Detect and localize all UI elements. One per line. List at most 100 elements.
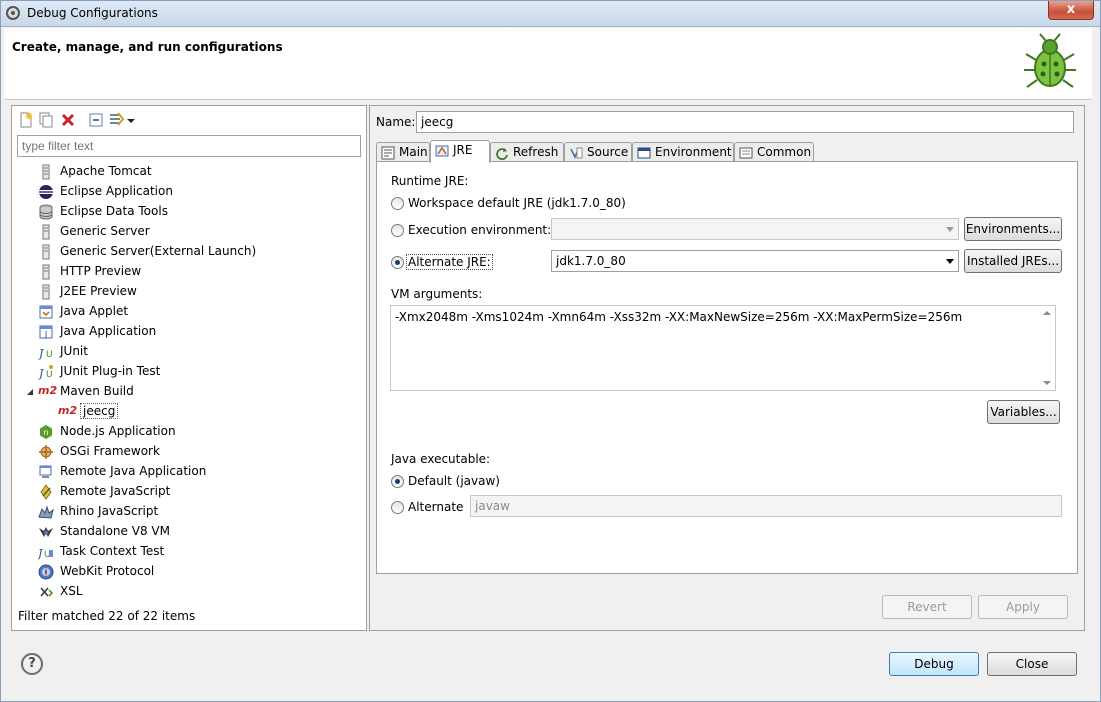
configuration-list-panel: Apache Tomcat Eclipse Application Eclips… — [11, 105, 367, 631]
rhino-icon — [38, 505, 54, 519]
revert-button[interactable]: Revert — [882, 595, 972, 619]
debug-button[interactable]: Debug — [889, 652, 979, 676]
view-menu-chevron-down-icon[interactable] — [126, 112, 136, 128]
tree-item-label: J2EE Preview — [60, 284, 137, 298]
help-icon[interactable]: ? — [21, 653, 43, 675]
header-banner: Create, manage, and run configurations — [4, 28, 1092, 100]
default-javaw-label[interactable]: Default (javaw) — [408, 474, 500, 488]
debug-window-icon — [6, 6, 20, 20]
collapse-all-icon[interactable] — [88, 112, 104, 128]
tree-item-label: Remote JavaScript — [60, 484, 171, 498]
alternate-executable-label[interactable]: Alternate — [408, 500, 463, 514]
tree-item-label: Java Applet — [60, 304, 129, 318]
maven-icon: m2 — [58, 404, 78, 417]
scroll-down-icon[interactable] — [1043, 381, 1051, 385]
refresh-icon — [496, 148, 508, 160]
installed-jres-button[interactable]: Installed JREs... — [964, 249, 1062, 273]
task-test-icon: JU — [38, 547, 53, 560]
alternate-jre-value: jdk1.7.0_80 — [556, 254, 626, 268]
svg-text:n: n — [43, 428, 48, 437]
vm-arguments-label: VM arguments: — [391, 287, 483, 301]
database-icon — [39, 204, 53, 220]
chevron-down-icon — [946, 227, 954, 232]
variables-button[interactable]: Variables... — [987, 400, 1060, 424]
name-label: Name: — [376, 115, 416, 129]
debug-bug-icon — [1024, 33, 1076, 88]
v8-icon — [39, 527, 53, 537]
expanded-triangle-icon[interactable] — [26, 388, 34, 396]
debug-configurations-window: Debug Configurations x Create, manage, a… — [0, 0, 1101, 702]
alternate-executable-input[interactable]: javaw — [470, 495, 1062, 517]
runtime-jre-group: Runtime JRE: Workspace default JRE (jdk1… — [385, 168, 1069, 276]
svg-text:J: J — [44, 330, 47, 339]
alternate-executable-radio[interactable] — [391, 501, 404, 514]
alternate-jre-radio[interactable] — [391, 256, 404, 269]
tree-item-label: Apache Tomcat — [60, 164, 152, 178]
java-executable-label: Java executable: — [391, 452, 491, 466]
tab-refresh[interactable]: Refresh — [490, 142, 564, 162]
vm-arguments-textarea[interactable]: -Xmx2048m -Xms1024m -Xmn64m -Xss32m -XX:… — [390, 305, 1056, 391]
tree-item-label: Java Application — [60, 324, 157, 338]
environments-button[interactable]: Environments... — [964, 217, 1062, 241]
xsl-icon — [40, 587, 54, 597]
chevron-down-icon — [946, 259, 954, 264]
tab-label: Common — [757, 145, 812, 159]
apply-button[interactable]: Apply — [978, 595, 1068, 619]
tab-source[interactable]: Source — [564, 142, 632, 162]
window-title: Debug Configurations — [27, 6, 158, 20]
tree-item-label: Generic Server — [60, 224, 150, 238]
tab-label: Source — [587, 145, 629, 159]
scroll-up-icon[interactable] — [1043, 311, 1051, 315]
execution-environment-select[interactable] — [551, 218, 959, 240]
source-icon — [570, 147, 583, 159]
svg-text:J: J — [38, 367, 44, 380]
jre-tab-content: Runtime JRE: Workspace default JRE (jdk1… — [376, 161, 1078, 574]
applet-icon — [39, 305, 53, 319]
remote-js-icon — [40, 484, 52, 500]
tree-item-label: JUnit — [60, 344, 88, 358]
tree-item-label: Eclipse Application — [60, 184, 173, 198]
alternate-jre-select[interactable]: jdk1.7.0_80 — [551, 250, 959, 272]
default-javaw-radio[interactable] — [391, 475, 404, 488]
java-executable-group: Java executable: Default (javaw) Alterna… — [385, 448, 1069, 524]
window-close-button[interactable]: x — [1048, 1, 1094, 20]
tree-item-label: Remote Java Application — [60, 464, 207, 478]
workspace-default-jre-radio[interactable] — [391, 197, 404, 210]
nodejs-icon: n — [40, 425, 52, 439]
server-icon — [42, 224, 50, 240]
vm-arguments-value: -Xmx2048m -Xms1024m -Xmn64m -Xss32m -XX:… — [395, 310, 963, 324]
title-bar: Debug Configurations x — [1, 1, 1100, 27]
tree-item-label: WebKit Protocol — [60, 564, 155, 578]
alternate-jre-label[interactable]: Alternate JRE: — [406, 254, 493, 270]
configuration-editor-panel: Name: jeecg Main JRE Refresh Source Envi… — [369, 105, 1085, 631]
delete-icon[interactable] — [60, 112, 76, 128]
tab-environment[interactable]: Environment — [632, 142, 734, 162]
maven-icon: m2 — [38, 384, 58, 397]
tab-label: Environment — [655, 145, 732, 159]
duplicate-icon[interactable] — [38, 112, 54, 128]
tab-main[interactable]: Main — [376, 142, 430, 162]
java-app-icon: J — [39, 325, 53, 339]
workspace-default-jre-label[interactable]: Workspace default JRE (jdk1.7.0_80) — [408, 196, 626, 210]
vm-arguments-group: VM arguments: -Xmx2048m -Xms1024m -Xmn64… — [385, 284, 1069, 434]
tree-item-label: Eclipse Data Tools — [60, 204, 168, 218]
filter-icon[interactable] — [108, 112, 124, 128]
execution-environment-radio[interactable] — [391, 224, 404, 237]
close-button[interactable]: Close — [987, 652, 1077, 676]
svg-text:U: U — [46, 350, 53, 360]
osgi-icon — [39, 445, 53, 459]
eclipse-icon — [39, 185, 53, 199]
jre-tab-icon — [435, 145, 449, 157]
server-icon — [42, 284, 50, 300]
tab-jre[interactable]: JRE — [430, 140, 490, 163]
name-input[interactable]: jeecg — [416, 111, 1074, 133]
new-configuration-icon[interactable] — [18, 112, 34, 128]
vm-arguments-scrollbar[interactable] — [1039, 306, 1055, 390]
execution-environment-label[interactable]: Execution environment: — [408, 223, 551, 237]
filter-status-text: Filter matched 22 of 22 items — [18, 609, 196, 623]
filter-input[interactable] — [17, 135, 361, 157]
tab-label: Refresh — [513, 145, 559, 159]
tab-common[interactable]: Common — [734, 142, 814, 162]
banner-title: Create, manage, and run configurations — [12, 40, 283, 54]
tree-item-label: XSL — [60, 584, 83, 598]
